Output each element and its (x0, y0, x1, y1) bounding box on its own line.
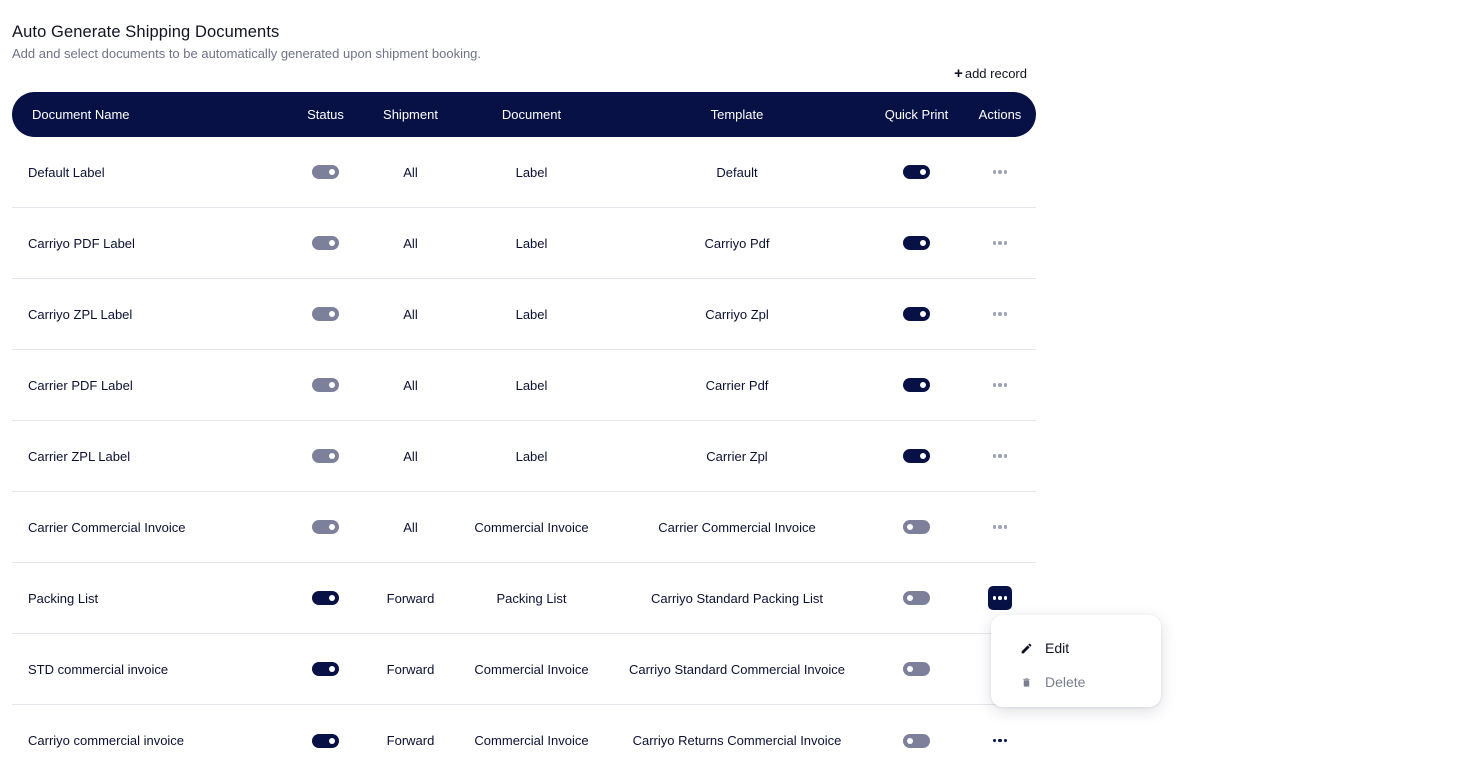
template-cell: Carriyo Standard Packing List (651, 590, 823, 606)
quick-print-toggle[interactable] (903, 165, 930, 179)
quick-print-toggle[interactable] (903, 307, 930, 321)
add-record-button[interactable]: + add record (954, 66, 1027, 81)
shipment-cell: All (403, 306, 418, 322)
document-cell: Commercial Invoice (474, 661, 589, 677)
table-header: Document Name Status Shipment Document T… (12, 92, 1036, 137)
column-header-document: Document (501, 107, 562, 122)
document-name-cell: Carriyo ZPL Label (28, 306, 133, 322)
documents-table: Document Name Status Shipment Document T… (12, 92, 1036, 770)
status-toggle[interactable] (312, 662, 339, 676)
column-header-document-name: Document Name (32, 107, 130, 122)
more-actions-icon[interactable] (988, 302, 1012, 326)
more-actions-icon[interactable] (988, 729, 1012, 753)
document-cell: Commercial Invoice (474, 519, 589, 535)
column-header-quick-print: Quick Print (884, 107, 949, 122)
document-name-cell: Carriyo PDF Label (28, 235, 135, 251)
shipment-cell: All (403, 164, 418, 180)
template-cell: Carriyo Returns Commercial Invoice (632, 733, 842, 748)
table-row: Carrier Commercial Invoice All Commercial … (12, 492, 1036, 563)
status-toggle[interactable] (312, 733, 339, 748)
template-cell: Carrier Pdf (705, 377, 769, 393)
shipment-cell: Forward (386, 590, 435, 606)
document-name-cell: Carriyo commercial invoice (28, 733, 185, 748)
shipment-cell: All (403, 448, 418, 464)
document-name-cell: Carrier Commercial Invoice (28, 519, 186, 535)
table-row: Carriyo commercial invoice Forward Commerc… (12, 705, 1036, 770)
table-row: Carriyo PDF Label All Label Carriyo Pdf (12, 208, 1036, 279)
status-toggle[interactable] (312, 307, 339, 321)
document-cell: Label (515, 235, 548, 251)
table-row: Packing List Forward Packing List Carriyo S… (12, 563, 1036, 634)
document-cell: Commercial Invoice (474, 733, 589, 748)
column-header-status: Status (307, 107, 344, 122)
document-cell: Label (515, 377, 548, 393)
more-actions-icon[interactable] (988, 586, 1012, 610)
template-cell: Default (716, 164, 758, 180)
table-row: Carriyo ZPL Label All Label Carriyo Zpl (12, 279, 1036, 350)
template-cell: Carriyo Zpl (705, 306, 769, 322)
edit-menu-item[interactable]: Edit (991, 631, 1161, 665)
add-record-label: add record (964, 66, 1027, 81)
page: Auto Generate Shipping Documents Add and… (0, 0, 1483, 770)
status-toggle[interactable] (312, 165, 339, 179)
quick-print-toggle[interactable] (903, 733, 930, 748)
template-cell: Carrier Commercial Invoice (658, 519, 816, 535)
template-cell: Carriyo Pdf (704, 235, 770, 251)
delete-label: Delete (1045, 674, 1086, 690)
page-subtitle: Add and select documents to be automatic… (12, 46, 482, 61)
delete-menu-item[interactable]: Delete (991, 665, 1161, 699)
more-actions-icon[interactable] (988, 160, 1012, 184)
more-actions-icon[interactable] (988, 373, 1012, 397)
column-header-template: Template (710, 107, 764, 122)
status-toggle[interactable] (312, 591, 339, 605)
template-cell: Carrier Zpl (706, 448, 768, 464)
document-name-cell: STD commercial invoice (28, 661, 169, 677)
table-row: Carrier PDF Label All Label Carrier Pdf (12, 350, 1036, 421)
quick-print-toggle[interactable] (903, 591, 930, 605)
shipment-cell: Forward (386, 733, 435, 748)
shipment-cell: All (403, 377, 418, 393)
quick-print-toggle[interactable] (903, 378, 930, 392)
document-cell: Label (515, 164, 548, 180)
document-cell: Packing List (496, 590, 567, 606)
document-name-cell: Default Label (28, 164, 105, 180)
status-toggle[interactable] (312, 520, 339, 534)
document-cell: Label (515, 448, 548, 464)
quick-print-toggle[interactable] (903, 520, 930, 534)
shipment-cell: Forward (386, 661, 435, 677)
table-row: Default Label All Label Default (12, 137, 1036, 208)
row-actions-menu: Edit Delete (991, 615, 1161, 707)
status-toggle[interactable] (312, 449, 339, 463)
table-row: Carrier ZPL Label All Label Carrier Zpl (12, 421, 1036, 492)
template-cell: Carriyo Standard Commercial Invoice (628, 661, 846, 677)
quick-print-toggle[interactable] (903, 449, 930, 463)
status-toggle[interactable] (312, 378, 339, 392)
page-title: Auto Generate Shipping Documents (12, 23, 280, 41)
column-header-shipment: Shipment (383, 107, 438, 122)
document-name-cell: Packing List (28, 590, 99, 606)
document-name-cell: Carrier PDF Label (28, 377, 133, 393)
pencil-icon (1019, 641, 1033, 655)
status-toggle[interactable] (312, 236, 339, 250)
table-body: Default Label All Label Default Carriyo PDF … (12, 137, 1036, 770)
table-row: STD commercial invoice Forward Commercial … (12, 634, 1036, 705)
trash-icon (1019, 675, 1033, 689)
shipment-cell: All (403, 235, 418, 251)
quick-print-toggle[interactable] (903, 236, 930, 250)
quick-print-toggle[interactable] (903, 662, 930, 676)
document-cell: Label (515, 306, 548, 322)
more-actions-icon[interactable] (988, 515, 1012, 539)
column-header-actions: Actions (978, 107, 1022, 122)
document-name-cell: Carrier ZPL Label (28, 448, 131, 464)
shipment-cell: All (403, 519, 418, 535)
more-actions-icon[interactable] (988, 231, 1012, 255)
plus-icon: + (954, 65, 963, 82)
more-actions-icon[interactable] (988, 444, 1012, 468)
edit-label: Edit (1045, 640, 1070, 656)
